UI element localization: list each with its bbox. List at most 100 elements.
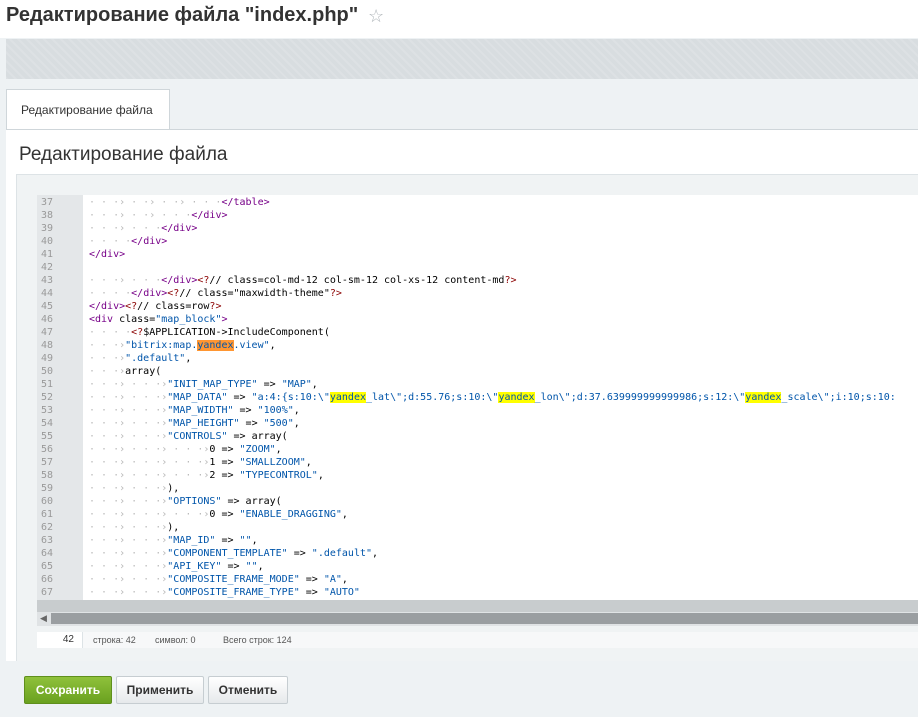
line-code: · · ·› · · ·› · · ·›0 => "ENABLE_DRAGGIN… (89, 508, 348, 521)
code-token: 0 => (209, 509, 240, 520)
code-token: <? (197, 275, 210, 286)
code-line[interactable]: 55 · · ·› · · ·›"CONTROLS" => array( (37, 430, 918, 443)
code-token: </table> (221, 197, 270, 208)
editor-status-bar: 42 строка: 42 символ: 0 Всего строк: 124 (37, 632, 918, 648)
code-line[interactable]: 63 · · ·› · · ·›"MAP_ID" => "", (37, 534, 918, 547)
line-number: 42 (41, 262, 54, 273)
total-lines-info: Всего строк: 124 (223, 635, 292, 645)
code-line[interactable]: 41 </div> (37, 248, 918, 261)
search-highlight: yandex (197, 340, 234, 351)
code-token: 0 => (209, 444, 240, 455)
code-token: "MAP" (281, 379, 312, 390)
section-title: Редактирование файла (19, 144, 228, 165)
cancel-button[interactable]: Отменить (208, 676, 288, 704)
star-icon[interactable]: ☆ (368, 6, 384, 27)
line-number: 60 (41, 496, 54, 507)
tab-edit-file[interactable]: Редактирование файла (6, 89, 170, 129)
code-line[interactable]: 65 · · ·› · · ·›"API_KEY" => "", (37, 560, 918, 573)
code-line[interactable]: 54 · · ·› · · ·›"MAP_HEIGHT" => "500", (37, 417, 918, 430)
arrow-left-icon[interactable]: ◀ (40, 613, 47, 624)
line-code: · · · ·</div><?// class="maxwidth-theme"… (89, 287, 342, 300)
code-token: · · ·› · · ·› (89, 574, 168, 585)
code-line[interactable]: 44 · · · ·</div><?// class="maxwidth-them… (37, 287, 918, 300)
line-code: · · ·›"bitrix:map.yandex.view", (89, 339, 276, 352)
code-token: , (257, 561, 264, 572)
code-line[interactable]: 47 · · · ·<?$APPLICATION->IncludeComponen… (37, 326, 918, 339)
code-line[interactable]: 57 · · ·› · · ·› · · ·›1 => "SMALLZOOM", (37, 456, 918, 469)
row-info: строка: 42 (93, 635, 136, 645)
code-token: => (215, 535, 240, 546)
code-token: , (341, 509, 348, 520)
code-token: => array( (227, 431, 288, 442)
code-token: ?> (329, 288, 342, 299)
code-line[interactable]: 59 · · ·› · · ·›), (37, 482, 918, 495)
line-number: 62 (41, 522, 54, 533)
code-line[interactable]: 42 (37, 261, 918, 274)
title-bar: Редактирование файла "index.php" ☆ (0, 0, 918, 38)
code-line[interactable]: 38 · · ·› · ·› · · ·</div> (37, 209, 918, 222)
line-number: 51 (41, 379, 54, 390)
code-line[interactable]: 43 · · ·› · · ·</div><?// class=col-md-12… (37, 274, 918, 287)
save-button[interactable]: Сохранить (24, 676, 112, 704)
code-line[interactable]: 51 · · ·› · · ·›"INIT_MAP_TYPE" => "MAP", (37, 378, 918, 391)
code-line[interactable]: 46 <div class="map_block"> (37, 313, 918, 326)
code-line[interactable]: 62 · · ·› · · ·›), (37, 521, 918, 534)
code-token: · · ·› · · ·› · · ·› (89, 457, 210, 468)
code-token: class= (119, 314, 156, 325)
code-token: "CONTROLS" (167, 431, 228, 442)
code-line[interactable]: 45 </div><?// class=row?> (37, 300, 918, 313)
code-editor[interactable]: 37 · · ·› · ·› · ·› · · ·</table> 38 · · ·›… (37, 195, 918, 612)
code-line[interactable]: 37 · · ·› · ·› · ·› · · ·</table> (37, 196, 918, 209)
code-token: , (311, 379, 318, 390)
code-token: "bitrix:map. (125, 340, 198, 351)
line-number: 57 (41, 457, 54, 468)
code-line[interactable]: 39 · · ·› · · ·</div> (37, 222, 918, 235)
code-line[interactable]: 58 · · ·› · · ·› · · ·›2 => "TYPECONTROL"… (37, 469, 918, 482)
code-line[interactable]: 64 · · ·› · · ·›"COMPONENT_TEMPLATE" => "… (37, 547, 918, 560)
code-line[interactable]: 67 · · ·› · · ·›"COMPOSITE_FRAME_TYPE" =>… (37, 586, 918, 599)
code-token: · · ·› (89, 353, 126, 364)
code-line[interactable]: 61 · · ·› · · ·› · · ·›0 => "ENABLE_DRAGG… (37, 508, 918, 521)
code-line[interactable]: 40 · · · ·</div> (37, 235, 918, 248)
code-token: => (221, 561, 246, 572)
current-line-number: 42 (37, 632, 83, 648)
code-line[interactable]: 53 · · ·› · · ·›"MAP_WIDTH" => "100%", (37, 404, 918, 417)
line-code: · · ·›array( (89, 365, 161, 378)
code-lines[interactable]: 37 · · ·› · ·› · ·› · · ·</table> 38 · · ·›… (37, 196, 918, 612)
code-token: , (317, 470, 324, 481)
code-token: "COMPONENT_TEMPLATE" (167, 548, 288, 559)
apply-button[interactable]: Применить (116, 676, 204, 704)
editor-frame: 37 · · ·› · ·› · ·› · · ·</table> 38 · · ·›… (16, 174, 918, 662)
code-line[interactable]: 66 · · ·› · · ·›"COMPOSITE_FRAME_MODE" =>… (37, 573, 918, 586)
code-token: · · · · (89, 288, 132, 299)
code-line[interactable]: 60 · · ·› · · ·›"OPTIONS" => array( (37, 495, 918, 508)
code-token: // class=col-md-12 col-sm-12 col-xs-12 c… (209, 275, 505, 286)
code-line[interactable]: 49 · · ·›".default", (37, 352, 918, 365)
line-number: 58 (41, 470, 54, 481)
code-token: "SMALLZOOM" (239, 457, 306, 468)
line-code: · · ·› · · ·› · · ·›2 => "TYPECONTROL", (89, 469, 324, 482)
scrollbar-thumb[interactable] (51, 613, 918, 624)
line-code: · · ·› · · ·›"INIT_MAP_TYPE" => "MAP", (89, 378, 318, 391)
horizontal-scrollbar[interactable]: ◀ (37, 612, 918, 626)
code-token: "MAP_HEIGHT" (167, 418, 240, 429)
code-token: , (185, 353, 192, 364)
line-code: · · ·› · ·› · ·› · · ·</table> (89, 196, 270, 209)
code-token: "MAP_DATA" (167, 392, 228, 403)
line-number: 41 (41, 249, 54, 260)
line-number: 50 (41, 366, 54, 377)
line-code: · · · ·<?$APPLICATION->IncludeComponent( (89, 326, 330, 339)
code-line[interactable]: 52 · · ·› · · ·›"MAP_DATA" => "a:4:{s:10:… (37, 391, 918, 404)
code-token: · · ·› · · ·› (89, 587, 168, 598)
code-token: <div (89, 314, 120, 325)
code-token: · · ·› · · · (89, 223, 162, 234)
code-token: "100%" (257, 405, 294, 416)
line-code: · · ·› · · ·›"COMPOSITE_FRAME_MODE" => "… (89, 573, 348, 586)
code-token: , (269, 340, 276, 351)
code-line[interactable]: 56 · · ·› · · ·› · · ·›0 => "ZOOM", (37, 443, 918, 456)
code-line[interactable]: 48 · · ·›"bitrix:map.yandex.view", (37, 339, 918, 352)
code-token: "" (239, 535, 252, 546)
code-line[interactable]: 50 · · ·›array( (37, 365, 918, 378)
code-token: · · ·› · · ·› (89, 522, 168, 533)
column-info: символ: 0 (155, 635, 196, 645)
